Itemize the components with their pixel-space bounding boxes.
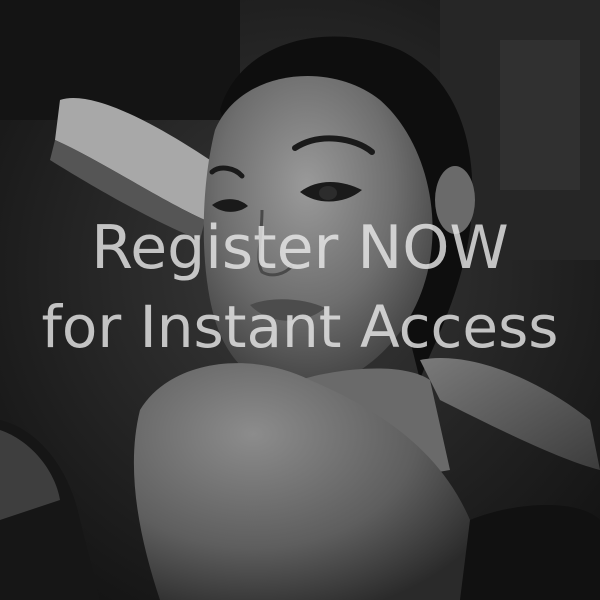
register-now-heading: Register NOW [91, 213, 509, 283]
background-photo: Register NOW for Instant Access [0, 0, 600, 600]
instant-access-heading: for Instant Access [41, 293, 559, 361]
